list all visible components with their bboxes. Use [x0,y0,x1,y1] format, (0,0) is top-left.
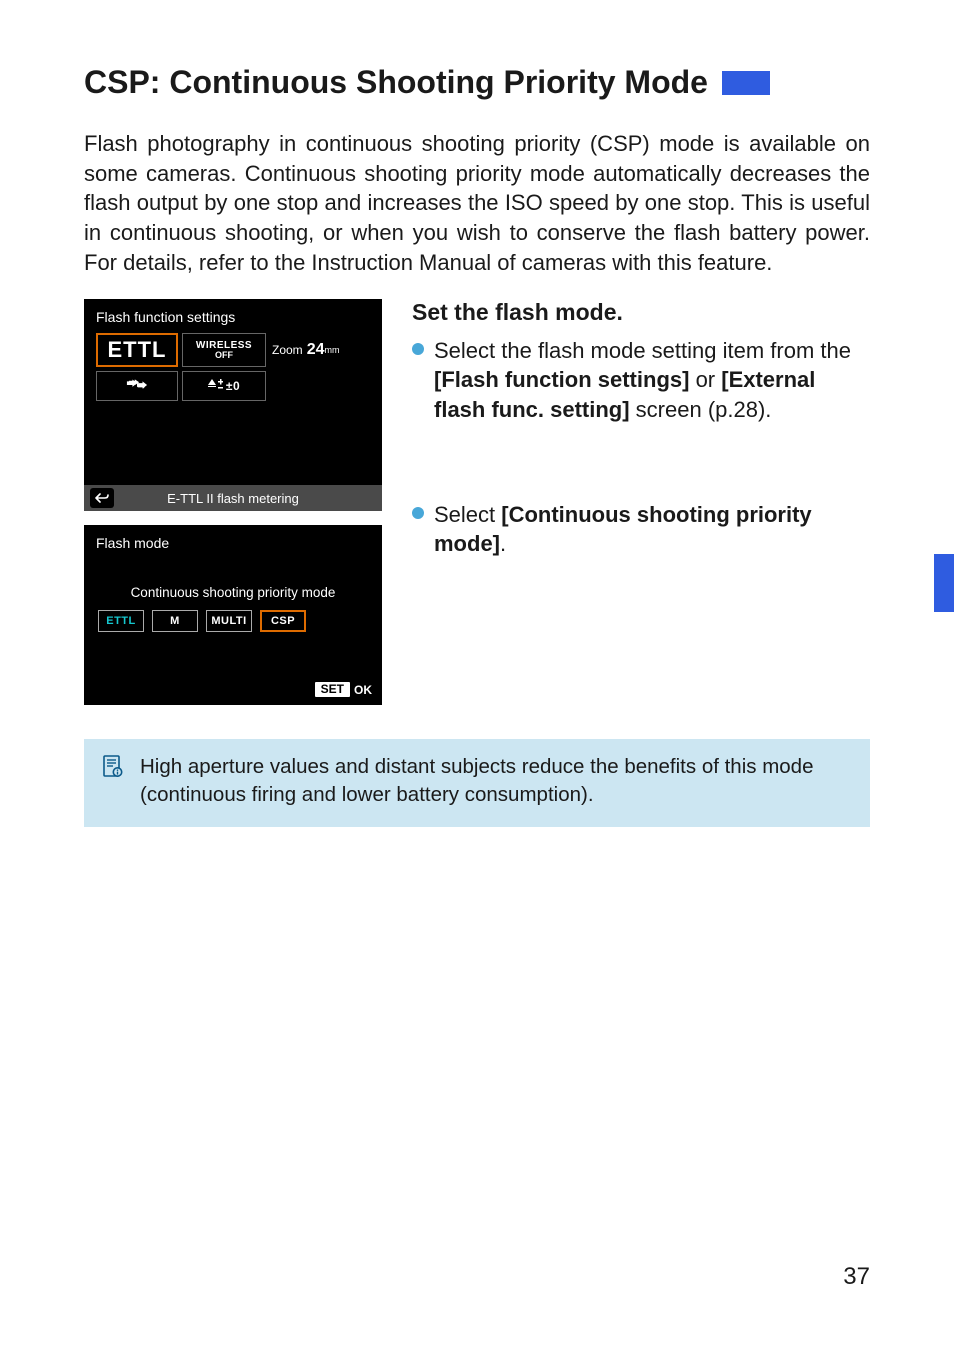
exposure-comp-cell: ±0 [182,371,266,401]
wireless-cell: WIRELESS OFF [182,333,266,367]
intro-paragraph: Flash photography in continuous shooting… [84,129,870,277]
bullet-icon [412,507,424,519]
zoom-cell: Zoom 24mm [270,333,370,367]
mode-csp-button: CSP [260,610,306,632]
zoom-value: 24 [307,341,325,359]
step-title: Set the flash mode. [412,299,870,326]
shot1-footer-bar: E-TTL II flash metering [84,485,382,511]
step-1-text: Select the flash mode setting item from … [434,336,870,423]
note-box: High aperture values and distant subject… [84,739,870,826]
step1-bold1: [Flash function settings] [434,367,689,392]
flash-direction-icon [126,378,148,395]
ettl-label: ETTL [108,337,167,363]
page-title: CSP: Continuous Shooting Priority Mode [84,64,708,101]
set-ok-indicator: SET OK [315,682,372,697]
wireless-value: OFF [196,351,252,360]
note-icon [102,755,124,777]
flash-mode-screenshot: Flash mode Continuous shooting priority … [84,525,382,705]
set-label: SET [315,682,350,697]
page-number: 37 [843,1263,870,1291]
mode-m-button: M [152,610,198,632]
section-edge-tab [934,554,954,612]
step2-post: . [500,531,506,556]
shot2-title: Flash mode [96,535,370,551]
flash-direction-cell [96,371,178,401]
zoom-label: Zoom [272,343,303,357]
step1-pre: Select the flash mode setting item from … [434,338,851,363]
bullet-icon [412,343,424,355]
flash-function-settings-screenshot: Flash function settings ETTL WIRELESS OF… [84,299,382,511]
step1-post: screen (p.28). [630,397,772,422]
step1-mid: or [689,367,721,392]
mode-multi-button: MULTI [206,610,252,632]
note-text: High aperture values and distant subject… [140,753,852,808]
shot2-subtitle: Continuous shooting priority mode [96,585,370,600]
back-icon [90,488,114,508]
step2-pre: Select [434,502,501,527]
title-accent-bar [722,71,770,95]
zoom-unit: mm [324,345,339,355]
ok-label: OK [354,683,372,697]
exposure-comp-value: ±0 [226,379,240,393]
step-2-text: Select [Continuous shooting priority mod… [434,500,870,558]
flash-exposure-comp-icon [208,379,224,394]
shot1-footer-text: E-TTL II flash metering [167,491,299,506]
mode-ettl-button: ETTL [98,610,144,632]
shot1-title: Flash function settings [96,309,370,325]
flash-mode-ettl-cell: ETTL [96,333,178,367]
